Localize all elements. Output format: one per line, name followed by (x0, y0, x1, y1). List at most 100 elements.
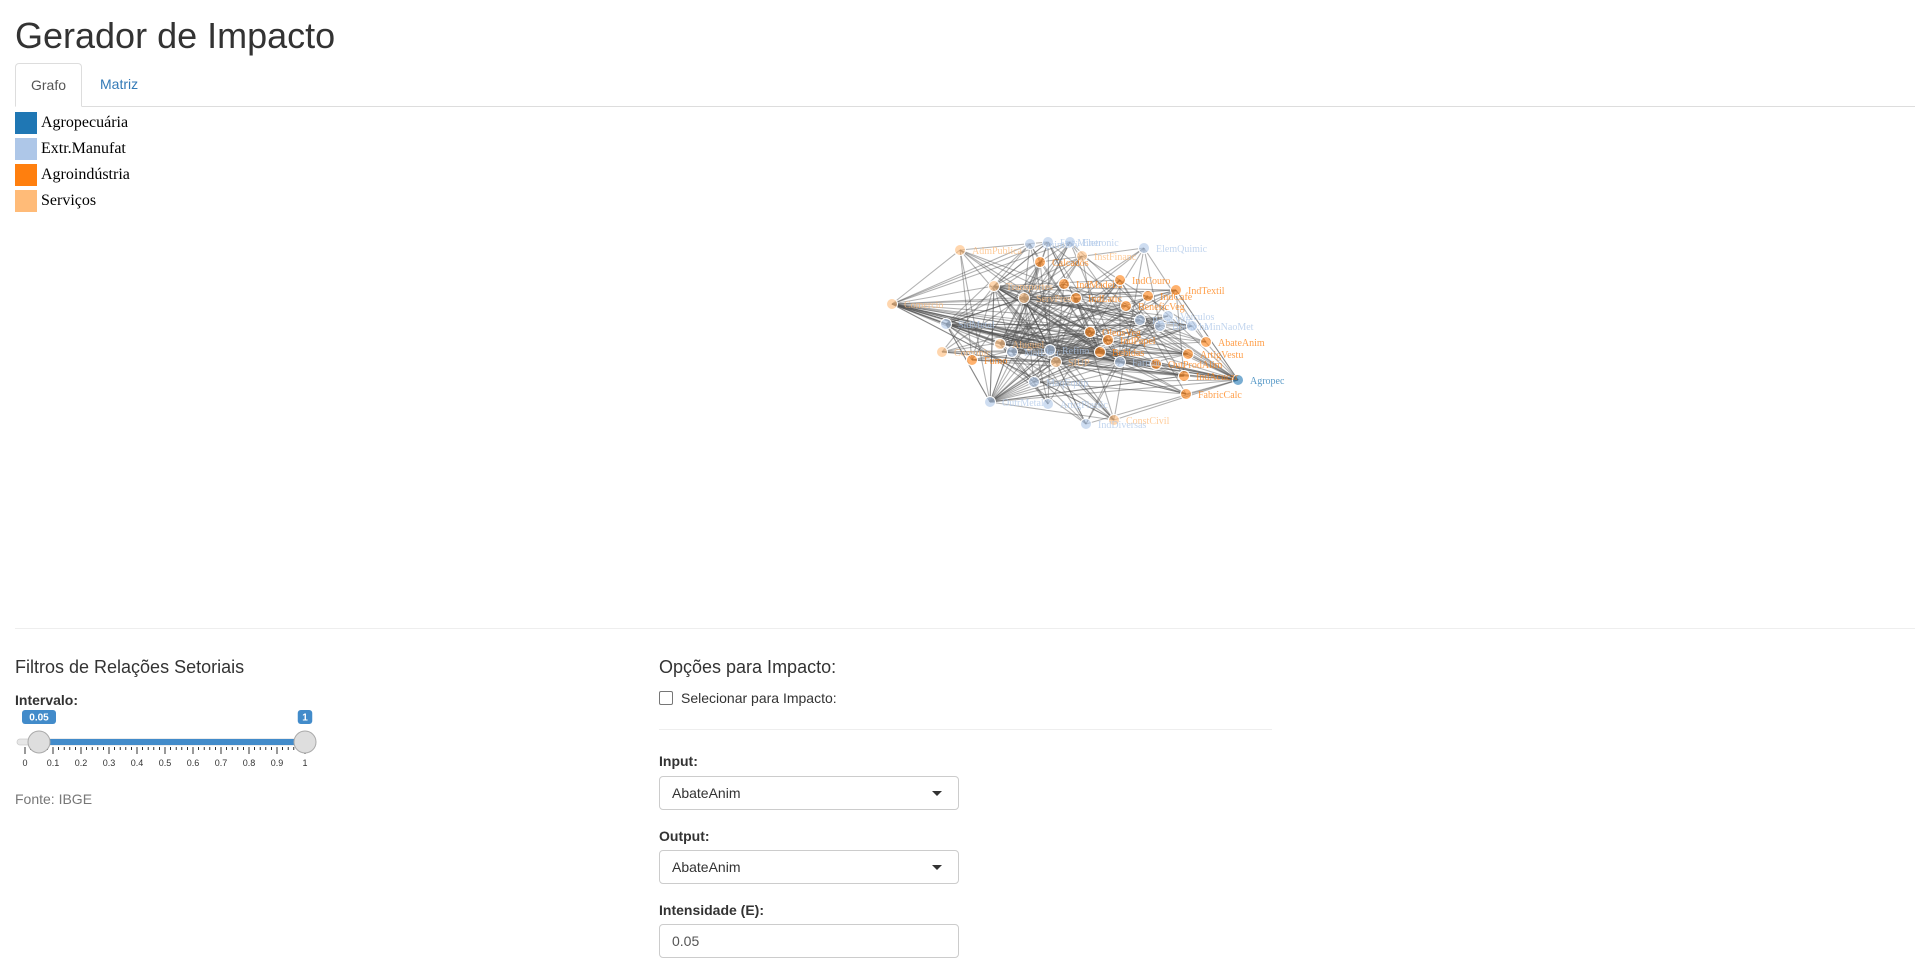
tab-matriz[interactable]: Matriz (85, 63, 153, 105)
graph-node-circle[interactable] (1034, 256, 1046, 268)
graph-node-circle[interactable] (1142, 290, 1154, 302)
graph-node-circle[interactable] (1044, 344, 1056, 356)
graph-node-label: ServPrest (1036, 294, 1075, 305)
graph-node[interactable]: Aluguel (994, 338, 1045, 352)
legend-label: Agropecuária (41, 113, 129, 131)
divider (15, 628, 1915, 629)
slider-tick-label: 0.6 (187, 758, 200, 768)
graph-node-circle[interactable] (1182, 348, 1194, 360)
divider (659, 729, 1272, 730)
graph-node-circle[interactable] (1138, 242, 1150, 254)
legend-label: Extr.Manufat (41, 139, 126, 157)
graph-node-label: SidMetal (958, 320, 995, 331)
graph-node-circle[interactable] (1180, 388, 1192, 400)
impact-checkbox[interactable] (659, 691, 673, 705)
tab-bar: Grafo Matriz (15, 63, 1915, 107)
graph-node-label: Transportes (1006, 282, 1053, 293)
graph-node-circle[interactable] (1178, 370, 1190, 382)
graph-node-label: IndLatic (1088, 294, 1122, 305)
graph-node-circle[interactable] (966, 354, 978, 366)
graph-node[interactable]: Calcados (1034, 256, 1089, 270)
graph-node[interactable]: OutrMetal (984, 396, 1044, 410)
legend-swatch (15, 137, 37, 160)
graph-node-label: Comercio (904, 300, 943, 311)
graph-node-circle[interactable] (1134, 314, 1146, 326)
graph-node-label: IndTextil (1188, 286, 1225, 297)
slider-tick-label: 0.8 (243, 758, 256, 768)
graph-node[interactable]: Refino (1044, 344, 1090, 358)
graph-node-circle[interactable] (940, 318, 952, 330)
graph-node-label: Agropec (1250, 376, 1285, 387)
impact-checkbox-row[interactable]: Selecionar para Impacto: (659, 690, 837, 706)
graph-node-circle[interactable] (1080, 418, 1092, 430)
graph-node-circle[interactable] (1200, 336, 1212, 348)
graph-node[interactable]: ElemQuimic (1138, 242, 1208, 256)
graph-node-label: ElemQuimic (1156, 244, 1208, 255)
intensity-input[interactable]: 0.05 (659, 924, 959, 958)
graph-node-label: OutrMetal (1002, 398, 1044, 409)
graph-node-circle[interactable] (994, 338, 1006, 350)
graph-node[interactable]: IndAcucar (1178, 370, 1239, 384)
output-label: Output: (659, 828, 710, 844)
graph-node-circle[interactable] (886, 298, 898, 310)
graph-node-circle[interactable] (988, 280, 1000, 292)
graph-node-label: SIUP (1068, 358, 1090, 369)
slider-low-handle[interactable] (27, 730, 51, 754)
graph-node[interactable]: IndMadeira (1058, 278, 1124, 292)
graph-node-label: Aluguel (1012, 340, 1044, 351)
graph-node-label: ArtigPlastic (1060, 400, 1108, 411)
slider-tick-label: 0.3 (103, 758, 116, 768)
graph-node[interactable]: Agropec (1232, 374, 1285, 388)
graph-node-circle[interactable] (1050, 356, 1062, 368)
legend-item-agropecuaria: Agropecuária (15, 110, 130, 135)
graph-node[interactable]: SIUP (1050, 356, 1091, 370)
graph-node-label: MaqEquip (1046, 378, 1088, 389)
graph-node-circle[interactable] (1120, 300, 1132, 312)
source-note: Fonte: IBGE (15, 791, 93, 807)
input-label: Input: (659, 753, 698, 769)
network-graph[interactable]: AgropecExtrMinerElemQuimicComercioIndTex… (0, 200, 1920, 630)
graph-node[interactable]: IndDiversas (1080, 418, 1147, 432)
graph-node[interactable]: IndLatic (1070, 292, 1123, 306)
impact-title: Opções para Impacto: (659, 657, 837, 677)
impact-checkbox-label[interactable]: Selecionar para Impacto: (681, 690, 837, 706)
graph-node-circle[interactable] (1024, 238, 1036, 250)
graph-node[interactable]: Comercio (886, 298, 944, 312)
graph-node-label: Refino (1062, 346, 1089, 357)
graph-node[interactable]: ArtigPlastic (1042, 398, 1109, 412)
graph-node[interactable]: IndCouro (1114, 274, 1171, 288)
graph-node-circle[interactable] (936, 346, 948, 358)
graph-node-label: AdmPublica (972, 246, 1023, 257)
output-select[interactable]: AbateAnim (659, 850, 959, 884)
graph-node[interactable]: SidMetal (940, 318, 995, 332)
range-slider[interactable]: 0 0.1 0.2 0.3 0.4 0.5 0.6 0.7 0.8 0.9 1 0.05 1 (15, 710, 320, 770)
graph-node-circle[interactable] (1094, 346, 1106, 358)
graph-node-circle[interactable] (1042, 398, 1054, 410)
graph-node-circle[interactable] (1114, 274, 1126, 286)
caret-down-icon (932, 865, 942, 870)
graph-node[interactable]: ServPrest (1018, 292, 1075, 306)
graph-node-circle[interactable] (984, 396, 996, 408)
graph-node[interactable]: QuimDiv (1024, 238, 1080, 252)
graph-node[interactable]: IndPapel (1102, 334, 1156, 348)
slider-tick-label: 0 (22, 758, 27, 768)
caret-down-icon (932, 791, 942, 796)
graph-node-circle[interactable] (1102, 334, 1114, 346)
graph-node[interactable]: Fumo (966, 354, 1008, 368)
graph-node-circle[interactable] (1028, 376, 1040, 388)
slider-selected-range[interactable] (39, 739, 305, 745)
slider-tick-label: 0.5 (159, 758, 172, 768)
legend-item-extr-manufat: Extr.Manufat (15, 136, 130, 161)
graph-node-label: IndCouro (1132, 276, 1170, 287)
graph-legend: Agropecuária Extr.Manufat Agroindústria … (15, 110, 130, 214)
graph-node[interactable]: Bebidas (1094, 346, 1145, 360)
graph-node-circle[interactable] (954, 244, 966, 256)
range-label: Intervalo: (15, 692, 79, 708)
graph-node-circle[interactable] (1084, 326, 1096, 338)
input-select[interactable]: AbateAnim (659, 776, 959, 810)
graph-node-circle[interactable] (1058, 278, 1070, 290)
tab-grafo[interactable]: Grafo (15, 63, 83, 107)
slider-high-handle[interactable] (293, 730, 317, 754)
graph-node-circle[interactable] (1018, 292, 1030, 304)
graph-node[interactable]: FabricCalc (1180, 388, 1243, 402)
